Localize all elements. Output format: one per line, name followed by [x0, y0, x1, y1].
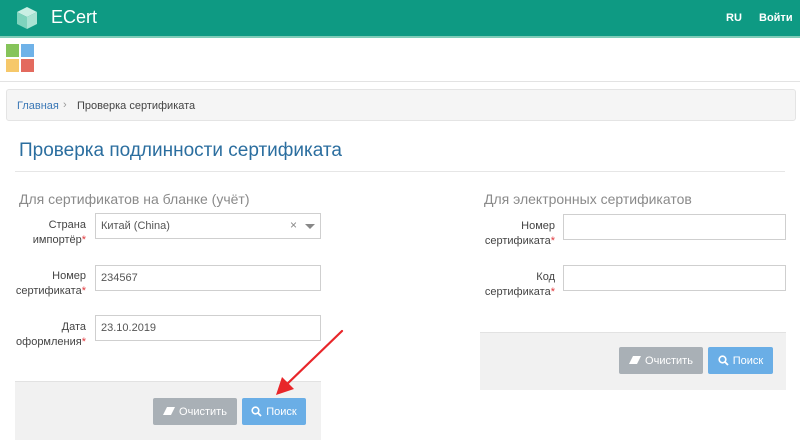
electronic-number-label: Номер сертификата* — [484, 220, 555, 247]
search-icon — [718, 355, 729, 366]
top-navbar — [0, 0, 800, 36]
clear-selection-icon[interactable]: × — [290, 218, 297, 232]
electronic-code-input[interactable] — [563, 265, 786, 291]
apps-grid-icon[interactable] — [6, 44, 36, 74]
country-select[interactable]: Китай (China) — [95, 213, 321, 239]
blank-search-label: Поиск — [266, 405, 297, 418]
breadcrumb-home-link[interactable]: Главная — [17, 100, 59, 112]
electronic-search-label: Поиск — [732, 354, 764, 367]
electronic-search-button[interactable]: Поиск — [708, 347, 773, 374]
electronic-code-label: Код сертификата* — [484, 271, 555, 298]
blank-number-input[interactable]: 234567 — [95, 265, 321, 291]
country-select-value: Китай (China) — [101, 220, 170, 232]
chevron-down-icon[interactable] — [305, 224, 315, 229]
breadcrumb: Главная › Проверка сертификата — [6, 89, 796, 121]
blank-clear-button[interactable]: Очистить — [153, 398, 237, 425]
title-divider — [15, 171, 785, 172]
eraser-icon — [163, 407, 176, 415]
electronic-clear-button[interactable]: Очистить — [619, 347, 703, 374]
apps-tile-blue — [21, 44, 34, 57]
apps-tile-yellow — [6, 59, 19, 72]
issue-date-label: Дата оформления* — [16, 321, 86, 348]
blank-number-label: Номер сертификата* — [15, 270, 86, 297]
brand-name[interactable]: ECert — [51, 7, 97, 28]
apps-tile-green — [6, 44, 19, 57]
blank-section-title: Для сертификатов на бланке (учёт) — [19, 191, 250, 207]
language-switch[interactable]: RU — [726, 12, 742, 24]
annotation-arrow-icon — [276, 329, 344, 395]
electronic-clear-label: Очистить — [645, 354, 693, 367]
breadcrumb-current: Проверка сертификата — [77, 100, 196, 112]
eraser-icon — [629, 356, 642, 364]
breadcrumb-separator: › — [63, 99, 67, 111]
search-icon — [251, 406, 262, 417]
apps-tile-red — [21, 59, 34, 72]
country-label: Страна импортёр* — [32, 219, 86, 246]
login-link[interactable]: Войти — [759, 12, 793, 24]
blank-clear-label: Очистить — [179, 405, 227, 418]
blank-search-button[interactable]: Поиск — [242, 398, 306, 425]
toolbar — [0, 38, 800, 82]
electronic-number-input[interactable] — [563, 214, 786, 240]
logo-cube-icon[interactable] — [16, 6, 38, 30]
page-title: Проверка подлинности сертификата — [19, 140, 342, 161]
electronic-section-title: Для электронных сертификатов — [484, 191, 692, 207]
